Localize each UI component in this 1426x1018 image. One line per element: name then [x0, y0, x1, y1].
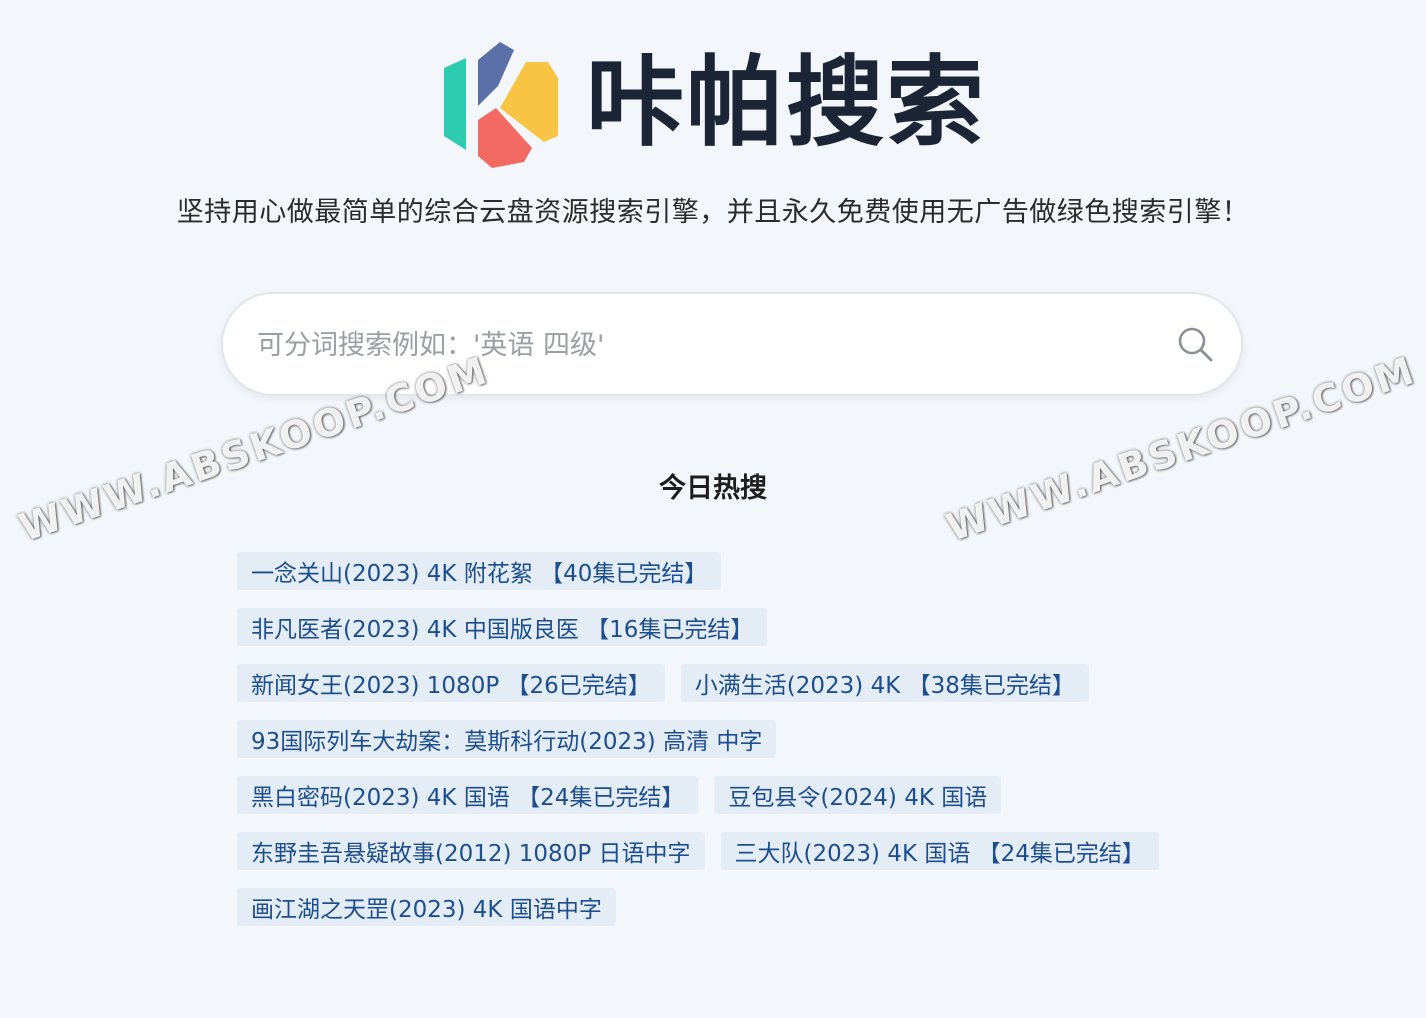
hot-search-tag[interactable]: 画江湖之天罡(2023) 4K 国语中字 [237, 888, 616, 926]
hot-search-tag[interactable]: 93国际列车大劫案：莫斯科行动(2023) 高清 中字 [237, 720, 777, 758]
search-input[interactable] [255, 294, 1159, 396]
hot-search-tag[interactable]: 非凡医者(2023) 4K 中国版良医 【16集已完结】 [237, 608, 768, 646]
hot-search-title: 今日热搜 [659, 473, 767, 504]
tag-row: 新闻女王(2023) 1080P 【26已完结】 小满生活(2023) 4K 【… [237, 664, 1237, 702]
watermark-text: WWW. [8, 0, 163, 8]
tag-row: 东野圭吾悬疑故事(2012) 1080P 日语中字 三大队(2023) 4K 国… [237, 832, 1237, 870]
watermark-text: WWW. [934, 0, 1089, 8]
tag-row: 黑白密码(2023) 4K 国语 【24集已完结】 豆包县令(2024) 4K … [237, 776, 1237, 814]
brand-header: 咔帕搜索 [0, 38, 1426, 168]
brand-name: 咔帕搜索 [585, 46, 986, 160]
tag-row: 一念关山(2023) 4K 附花絮 【40集已完结】 [237, 552, 1237, 590]
search-box [221, 292, 1243, 396]
tag-row: 画江湖之天罡(2023) 4K 国语中字 [237, 888, 1237, 926]
hot-search-tag[interactable]: 三大队(2023) 4K 国语 【24集已完结】 [720, 832, 1159, 870]
hot-search-tags: 一念关山(2023) 4K 附花絮 【40集已完结】 非凡医者(2023) 4K… [237, 552, 1237, 944]
tag-row: 93国际列车大劫案：莫斯科行动(2023) 高清 中字 [237, 720, 1237, 758]
hot-search-tag[interactable]: 豆包县令(2024) 4K 国语 [714, 776, 1002, 814]
hot-search-tag[interactable]: 东野圭吾悬疑故事(2012) 1080P 日语中字 [237, 832, 705, 870]
hot-search-tag[interactable]: 小满生活(2023) 4K 【38集已完结】 [680, 664, 1089, 702]
hot-search-tag[interactable]: 黑白密码(2023) 4K 国语 【24集已完结】 [237, 776, 699, 814]
search-icon [1178, 327, 1213, 362]
hot-search-tag[interactable]: 一念关山(2023) 4K 附花絮 【40集已完结】 [237, 552, 722, 590]
kapa-logo-icon[interactable] [440, 38, 560, 168]
search-button[interactable] [1169, 318, 1221, 370]
hot-search-tag[interactable]: 新闻女王(2023) 1080P 【26已完结】 [237, 664, 665, 702]
slogan: 坚持用心做最简单的综合云盘资源搜索引擎，并且永久免费使用无广告做绿色搜索引擎！ [176, 197, 1250, 228]
tag-row: 非凡医者(2023) 4K 中国版良医 【16集已完结】 [237, 608, 1237, 646]
